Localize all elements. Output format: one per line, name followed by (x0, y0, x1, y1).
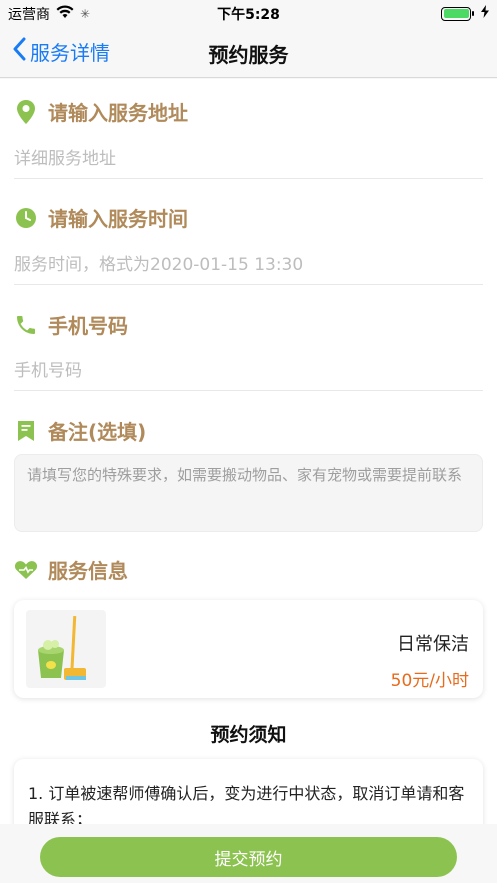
phone-section-header: 手机号码 (14, 310, 128, 339)
notes-textarea[interactable] (14, 454, 483, 532)
address-input[interactable] (14, 139, 483, 179)
location-pin-icon (14, 99, 38, 124)
status-bar: 运营商 ✳ 下午5:28 (0, 0, 497, 26)
address-label: 请输入服务地址 (48, 101, 188, 125)
mop-bucket-icon (26, 610, 106, 688)
service-info-label: 服务信息 (48, 559, 128, 583)
heart-icon (14, 558, 38, 582)
navigation-bar: 服务详情 预约服务 (0, 26, 497, 78)
phone-icon (14, 313, 38, 337)
phone-label: 手机号码 (48, 314, 128, 338)
address-section-header: 请输入服务地址 (14, 97, 188, 126)
status-right (441, 5, 489, 22)
service-info-header: 服务信息 (14, 555, 128, 584)
charging-icon (481, 5, 489, 22)
battery-level (443, 9, 469, 18)
service-card[interactable]: 日常保洁 50元/小时 (14, 600, 483, 698)
bottom-bar: 提交预约 (0, 824, 497, 883)
clock-icon (14, 206, 38, 230)
page-title: 预约服务 (208, 43, 289, 67)
content-scroll[interactable]: 请输入服务地址 请输入服务时间 手机号码 备注(选填) 服务信息 (0, 79, 497, 824)
notice-text: 1. 订单被速帮师傅确认后，变为进行中状态，取消订单请和客服联系； (28, 784, 465, 824)
notice-title: 预约须知 (210, 724, 287, 746)
time-label: 请输入服务时间 (48, 207, 188, 231)
note-icon (14, 419, 38, 443)
battery-icon (441, 6, 474, 21)
notice-box: 1. 订单被速帮师傅确认后，变为进行中状态，取消订单请和客服联系； (14, 759, 483, 824)
phone-input[interactable] (14, 351, 483, 391)
service-name: 日常保洁 (397, 634, 469, 655)
service-time-input[interactable] (14, 245, 483, 285)
submit-booking-button[interactable]: 提交预约 (40, 837, 457, 877)
notes-label: 备注(选填) (48, 420, 147, 444)
service-price: 50元/小时 (390, 671, 469, 691)
notes-section-header: 备注(选填) (14, 416, 146, 445)
status-time: 下午5:28 (217, 7, 280, 23)
time-section-header: 请输入服务时间 (14, 203, 188, 232)
